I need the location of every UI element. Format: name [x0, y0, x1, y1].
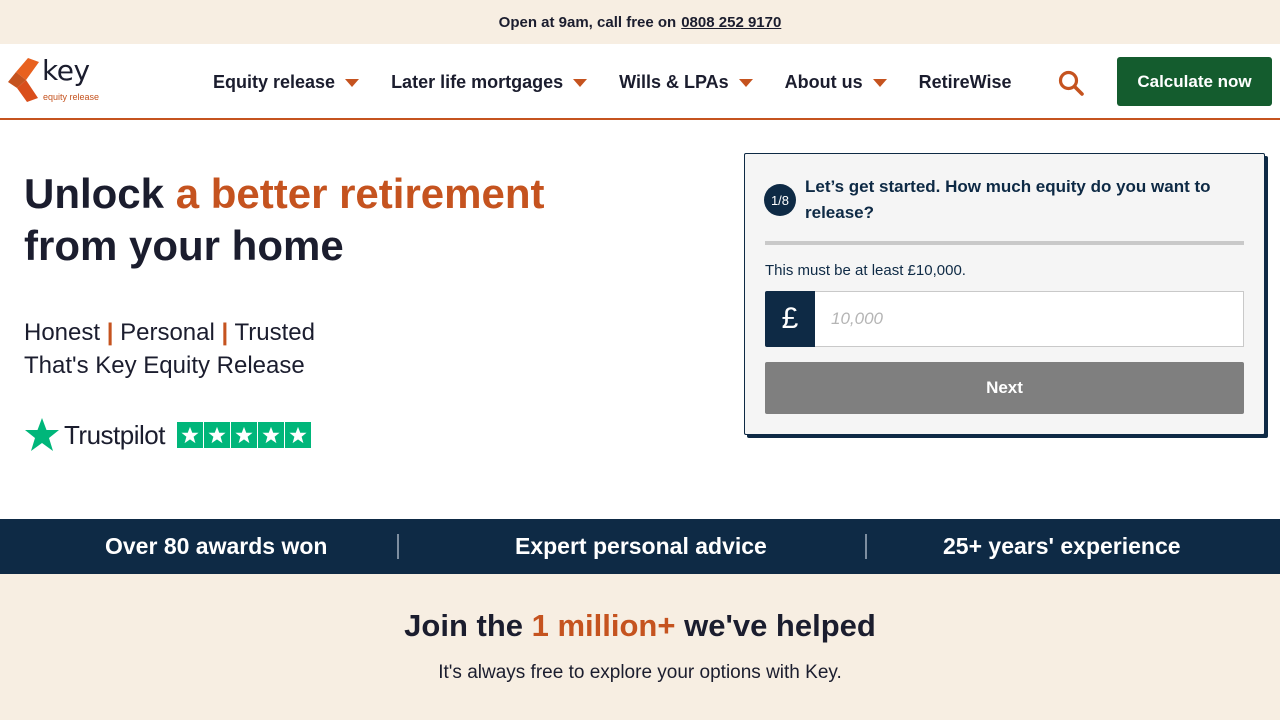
trustpilot-stars: [176, 422, 312, 448]
star-icon: [176, 422, 203, 448]
search-icon[interactable]: [1058, 70, 1084, 96]
nav-item-label: Wills & LPAs: [619, 71, 729, 92]
phone-link[interactable]: 0808 252 9170: [681, 14, 781, 31]
nav-item-retirewise[interactable]: RetireWise: [919, 72, 1012, 93]
nav-item-later-life-mortgages[interactable]: Later life mortgages: [391, 71, 588, 93]
hero-title: Unlock a better retirement from your hom…: [24, 168, 664, 272]
separator: |: [221, 319, 229, 346]
amount-input-group: £: [765, 291, 1244, 347]
minimum-amount-hint: This must be at least £10,000.: [765, 262, 966, 279]
brand-statement: That's Key Equity Release: [24, 352, 305, 379]
key-logo[interactable]: key equity release: [8, 54, 118, 108]
nav-item-label: RetireWise: [918, 71, 1012, 92]
star-icon: [203, 422, 230, 448]
stat-experience: 25+ years' experience: [943, 533, 1181, 559]
chevron-down-icon: [872, 79, 887, 87]
trustpilot-logo-text: Trustpilot: [64, 419, 165, 450]
chevron-down-icon: [573, 79, 588, 87]
join-title: Join the 1 million+ we've helped: [0, 608, 1280, 644]
nav-item-equity-release[interactable]: Equity release: [213, 71, 360, 93]
calculate-now-button[interactable]: Calculate now: [1117, 57, 1272, 106]
nav-item-label: Later life mortgages: [391, 71, 564, 92]
values-line: Honest | Personal | Trusted: [24, 316, 315, 349]
star-icon: [284, 422, 311, 448]
next-button[interactable]: Next: [765, 362, 1244, 414]
join-title-part1: Join the: [404, 608, 532, 643]
stats-band: Over 80 awards won Expert personal advic…: [0, 519, 1280, 574]
progress-bar: [765, 241, 1244, 245]
quiz-question: Let’s get started. How much equity do yo…: [805, 177, 1211, 222]
join-section: Join the 1 million+ we've helped It's al…: [0, 574, 1280, 720]
stat-divider: [397, 534, 399, 559]
nav-item-wills-lpas[interactable]: Wills & LPAs: [619, 72, 753, 93]
stat-divider: [865, 534, 867, 559]
join-title-accent: 1 million+: [531, 608, 676, 643]
star-icon: [257, 422, 284, 448]
hero-title-part1: Unlock: [24, 170, 176, 217]
stat-advice: Expert personal advice: [515, 533, 767, 559]
step-badge: 1/8: [764, 184, 796, 216]
hero-tagline: Honest | Personal | Trusted That's Key E…: [24, 316, 315, 382]
value-honest: Honest: [24, 319, 101, 346]
chevron-down-icon: [738, 79, 753, 87]
hero-title-part2: from your home: [24, 222, 344, 269]
chevron-down-icon: [345, 79, 360, 87]
logo-tagline: equity release: [43, 92, 100, 102]
trustpilot-rating[interactable]: Trustpilot: [24, 416, 312, 454]
join-subtitle: It's always free to explore your options…: [438, 662, 842, 683]
star-icon: [230, 422, 257, 448]
value-personal: Personal: [120, 319, 215, 346]
nav-item-label: Equity release: [213, 71, 336, 92]
join-title-part2: we've helped: [675, 608, 876, 643]
trustpilot-star-icon: [25, 418, 59, 451]
nav-item-about-us[interactable]: About us: [785, 72, 887, 93]
opening-hours-text: Open at 9am, call free on: [498, 13, 677, 31]
equity-amount-input[interactable]: [815, 291, 1244, 347]
value-trusted: Trusted: [234, 319, 315, 346]
separator: |: [106, 319, 114, 346]
nav-item-label: About us: [784, 71, 863, 92]
logo-wordmark: key: [42, 54, 90, 87]
key-logo-mark-icon: [8, 58, 39, 102]
stat-awards: Over 80 awards won: [105, 533, 328, 559]
hero-title-accent: a better retirement: [175, 170, 545, 217]
equity-calculator-card: 1/8 Let’s get started. How much equity d…: [744, 153, 1265, 435]
site-header: key equity release Equity release Later …: [0, 44, 1280, 120]
main-nav: Equity release Later life mortgages Will…: [213, 44, 1044, 120]
currency-symbol: £: [765, 291, 815, 347]
top-info-bar: Open at 9am, call free on 0808 252 9170: [0, 0, 1280, 44]
